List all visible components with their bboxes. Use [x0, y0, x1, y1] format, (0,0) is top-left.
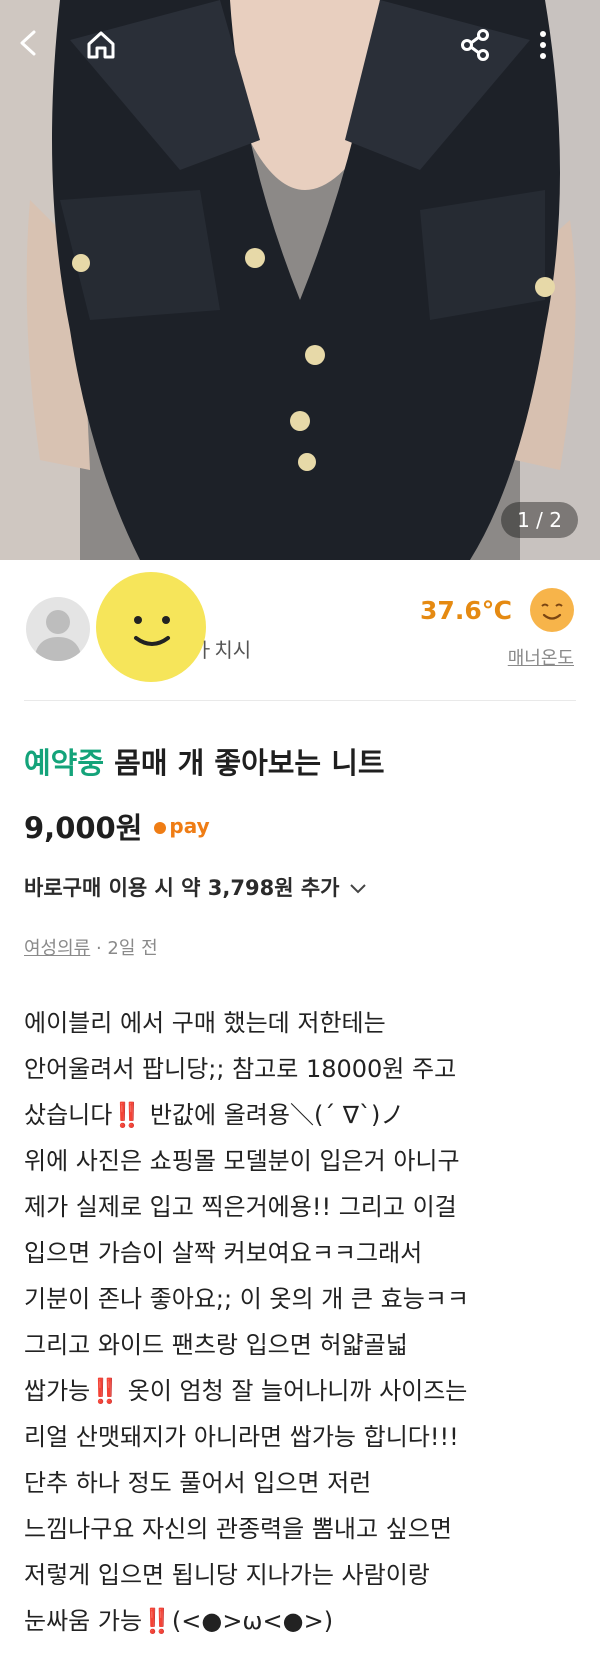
pay-badge: pay: [154, 814, 210, 838]
temperature-face-icon: [530, 588, 574, 632]
description-line: 안어울려서 팝니당;; 참고로 18000원 주고: [24, 1055, 457, 1083]
seller-profile[interactable]: ㅏ치시 37.6℃ 매너온도: [0, 560, 600, 700]
category-link[interactable]: 여성의류: [24, 938, 90, 959]
posted-time: · 2일 전: [90, 938, 158, 959]
description-line: 그리고 와이드 팬츠랑 입으면 허얇골넓: [24, 1331, 408, 1359]
home-icon: [87, 31, 115, 59]
direct-purchase-info[interactable]: 바로구매 이용 시 약 3,798원 추가: [24, 872, 367, 902]
seller-location: ㅏ치시: [196, 638, 252, 662]
description-line: 느낌나구요 자신의 관종력을 뽐내고 싶으면: [24, 1515, 452, 1543]
carrot-pay-icon: [154, 822, 167, 834]
listing-meta: 여성의류 · 2일 전: [24, 934, 158, 960]
description-line: 저렇게 입으면 됩니당 지나가는 사람이랑: [24, 1561, 430, 1589]
manner-temperature: 37.6℃: [420, 596, 512, 625]
price-row: 9,000원 pay: [24, 806, 210, 846]
direct-purchase-text: 바로구매 이용 시 약 3,798원 추가: [24, 876, 340, 900]
description-line: 단추 하나 정도 풀어서 입으면 저런: [24, 1469, 372, 1497]
listing-price: 9,000원: [24, 811, 143, 845]
share-icon: [461, 29, 489, 61]
back-button[interactable]: [14, 28, 70, 84]
manner-temperature-link[interactable]: 매너온도: [508, 644, 574, 670]
more-options-button[interactable]: [528, 28, 584, 84]
description-line: 샀습니다‼️ 반값에 올려용＼(´ ∇`)ノ: [24, 1101, 405, 1129]
description-line: 제가 실제로 입고 찍은거에용!! 그리고 이걸: [24, 1193, 457, 1221]
description-line: 에이블리 에서 구매 했는데 저한테는: [24, 1009, 386, 1037]
description-line: 입으면 가슴이 살짝 커보여요ㅋㅋ그래서: [24, 1239, 423, 1267]
chevron-left-icon: [20, 30, 36, 56]
vertical-dots-icon: [540, 31, 546, 59]
default-user-icon: [34, 610, 82, 661]
section-divider: [24, 700, 576, 701]
listing-description: 에이블리 에서 구매 했는데 저한테는 안어울려서 팝니당;; 참고로 1800…: [24, 1000, 584, 1644]
description-line: 눈싸움 가능‼️(<●>ω<●>): [24, 1607, 334, 1635]
product-photo[interactable]: 1 / 2: [0, 0, 600, 560]
smiley-sticker: [96, 572, 206, 682]
listing-title: 예약중 몸매 개 좋아보는 니트: [24, 740, 385, 782]
description-line: 쌉가능‼️ 옷이 엄청 잘 늘어나니까 사이즈는: [24, 1377, 468, 1405]
product-photo-illustration: [0, 0, 600, 560]
home-button[interactable]: [84, 28, 140, 84]
chevron-down-icon: [350, 884, 366, 894]
description-line: 리얼 산맷돼지가 아니라면 쌉가능 합니다!!!: [24, 1423, 459, 1451]
pay-label: pay: [169, 814, 210, 838]
avatar[interactable]: [26, 597, 90, 661]
reservation-status-badge: 예약중: [24, 746, 105, 780]
description-line: 위에 사진은 쇼핑몰 모델분이 입은거 아니구: [24, 1147, 460, 1175]
smiley-face-icon: [134, 616, 170, 646]
listing-title-text: 몸매 개 좋아보는 니트: [114, 746, 385, 780]
share-button[interactable]: [458, 28, 514, 84]
image-counter: 1 / 2: [501, 502, 578, 538]
description-line: 기분이 존나 좋아요;; 이 옷의 개 큰 효능ㅋㅋ: [24, 1285, 469, 1313]
